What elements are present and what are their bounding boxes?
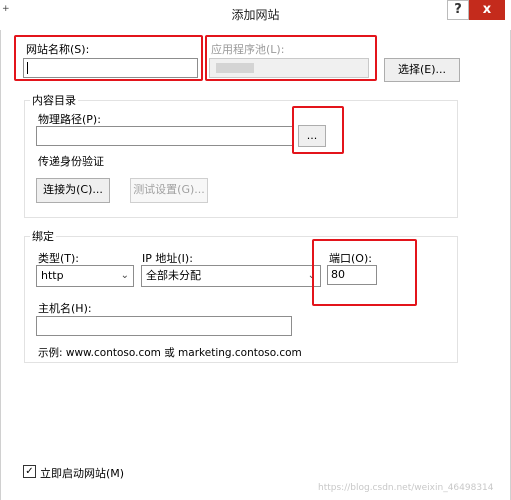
pass-through-label: 传递身份验证 — [38, 155, 104, 168]
ip-address-label: IP 地址(I): — [142, 252, 193, 265]
select-app-pool-button[interactable]: 选择(E)... — [384, 58, 460, 82]
help-button[interactable]: ? — [447, 0, 469, 20]
ip-address-select[interactable]: 全部未分配 ⌄ — [141, 265, 321, 287]
start-site-label: 立即启动网站(M) — [40, 467, 125, 480]
hostname-example: 示例: www.contoso.com 或 marketing.contoso.… — [38, 347, 302, 359]
watermark: https://blog.csdn.net/weixin_46498314 — [318, 483, 494, 493]
type-select[interactable]: http ⌄ — [36, 265, 134, 287]
physical-path-label: 物理路径(P): — [38, 113, 101, 126]
app-pool-highlight — [205, 35, 377, 81]
hostname-input[interactable] — [36, 316, 292, 336]
hostname-label: 主机名(H): — [38, 302, 92, 315]
window-title: 添加网站 — [231, 8, 280, 22]
browse-highlight — [292, 106, 344, 154]
content-directory-title: 内容目录 — [30, 92, 78, 108]
close-button[interactable]: x — [469, 0, 505, 20]
test-settings-button: 测试设置(G)... — [130, 178, 208, 203]
ip-address-value: 全部未分配 — [146, 269, 201, 282]
port-highlight — [312, 239, 417, 306]
type-label: 类型(T): — [38, 252, 80, 265]
connect-as-button[interactable]: 连接为(C)... — [36, 178, 110, 203]
site-name-highlight — [14, 35, 203, 81]
type-value: http — [41, 269, 64, 282]
chevron-down-icon: ⌄ — [120, 270, 129, 281]
binding-title: 绑定 — [30, 228, 56, 244]
physical-path-input[interactable] — [36, 126, 293, 146]
start-site-checkbox[interactable]: ✓ — [23, 465, 36, 478]
